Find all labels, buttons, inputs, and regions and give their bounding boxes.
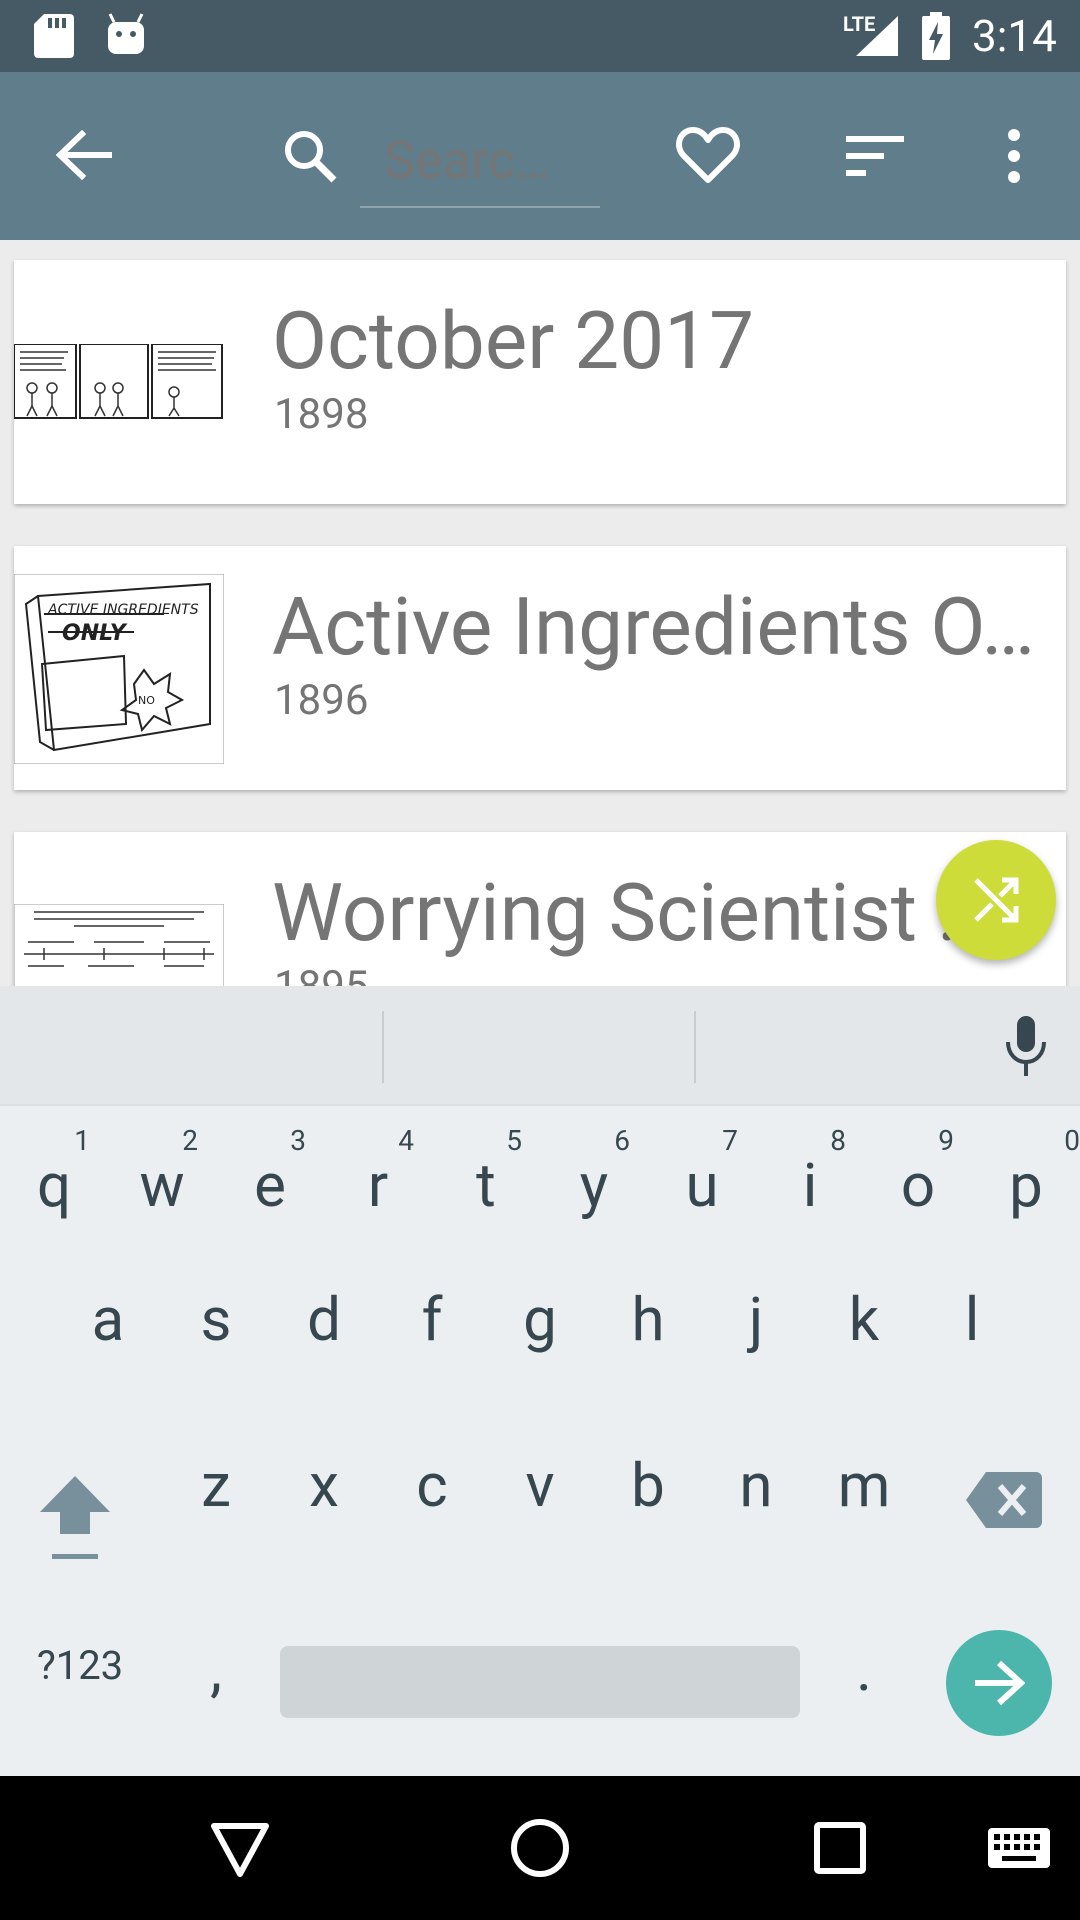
key-j[interactable]: j [702, 1276, 810, 1406]
space-key[interactable] [280, 1646, 800, 1718]
search-field[interactable] [360, 118, 600, 208]
comic-title: October 2017 [272, 294, 755, 388]
backspace-icon [966, 1472, 1042, 1528]
comic-number: 1895 [274, 962, 368, 986]
key-k[interactable]: k [810, 1276, 918, 1406]
back-nav-icon[interactable] [210, 1822, 270, 1878]
key-w[interactable]: 2w [108, 1110, 216, 1240]
battery-charging-icon [922, 12, 950, 60]
shift-key[interactable] [20, 1442, 130, 1572]
navigation-bar [0, 1776, 1080, 1920]
key-t[interactable]: 5t [432, 1110, 540, 1240]
back-arrow-icon[interactable] [56, 130, 112, 180]
comic-title: Active Ingredients O… [272, 580, 1035, 674]
key-m[interactable]: m [810, 1442, 918, 1572]
status-bar: LTE 3:14 [0, 0, 1080, 72]
key-r[interactable]: 4r [324, 1110, 432, 1240]
key-z[interactable]: z [162, 1442, 270, 1572]
home-nav-icon[interactable] [510, 1818, 570, 1878]
key-o[interactable]: 9o [864, 1110, 972, 1240]
key-e[interactable]: 3e [216, 1110, 324, 1240]
comic-thumbnail[interactable] [14, 904, 224, 986]
comic-number: 1898 [274, 390, 369, 439]
comic-thumbnail[interactable]: ACTIVE INGREDIENTS ONLY NO [14, 574, 224, 764]
key-v[interactable]: v [486, 1442, 594, 1572]
comic-card[interactable]: October 2017 1898 [14, 260, 1066, 504]
sort-icon[interactable] [846, 136, 904, 176]
key-p[interactable]: 0p [972, 1110, 1080, 1240]
key-g[interactable]: g [486, 1276, 594, 1406]
comic-thumbnail[interactable] [14, 344, 224, 420]
search-input[interactable] [384, 128, 594, 192]
key-n[interactable]: n [702, 1442, 810, 1572]
key-x[interactable]: x [270, 1442, 378, 1572]
key-h[interactable]: h [594, 1276, 702, 1406]
app-bar [0, 72, 1080, 240]
recents-nav-icon[interactable] [814, 1822, 866, 1874]
suggestion-divider [382, 1011, 384, 1083]
random-comic-button[interactable] [936, 840, 1056, 960]
more-vert-icon[interactable] [1004, 128, 1024, 184]
android-icon [108, 13, 144, 54]
comic-card[interactable]: ACTIVE INGREDIENTS ONLY NO Active Ingred… [14, 546, 1066, 790]
key-d[interactable]: d [270, 1276, 378, 1406]
key-y[interactable]: 6y [540, 1110, 648, 1240]
keyboard-switch-icon[interactable] [988, 1828, 1050, 1868]
suggestion-strip [0, 986, 1080, 1106]
svg-text:NO: NO [138, 694, 155, 707]
shift-icon [40, 1476, 110, 1559]
comic-list[interactable]: October 2017 1898 ACTIVE INGREDIENTS ONL… [0, 240, 1080, 986]
soft-keyboard: 1q 2w 3e 4r 5t 6y 7u 8i 9o 0p a s d f g … [0, 986, 1080, 1776]
lte-signal-icon [856, 16, 898, 56]
backspace-key[interactable] [950, 1442, 1060, 1572]
key-f[interactable]: f [378, 1276, 486, 1406]
comic-number: 1896 [274, 676, 369, 725]
arrow-right-icon [975, 1660, 1025, 1706]
key-i[interactable]: 8i [756, 1110, 864, 1240]
suggestion-divider [694, 1011, 696, 1083]
heart-icon[interactable] [676, 126, 740, 184]
sd-card-icon [34, 14, 74, 58]
key-l[interactable]: l [918, 1276, 1026, 1406]
key-u[interactable]: 7u [648, 1110, 756, 1240]
svg-text:ONLY: ONLY [62, 621, 128, 646]
key-b[interactable]: b [594, 1442, 702, 1572]
key-c[interactable]: c [378, 1442, 486, 1572]
shuffle-icon [974, 877, 1019, 923]
comma-key[interactable]: , [162, 1610, 270, 1740]
go-button[interactable] [946, 1630, 1052, 1736]
symbols-key[interactable]: ?123 [20, 1610, 140, 1740]
svg-text:ACTIVE INGREDIENTS: ACTIVE INGREDIENTS [47, 602, 199, 618]
microphone-icon[interactable] [1004, 1016, 1048, 1078]
clock: 3:14 [972, 10, 1057, 62]
key-s[interactable]: s [162, 1276, 270, 1406]
key-q[interactable]: 1q [0, 1110, 108, 1240]
search-icon[interactable] [282, 128, 338, 184]
period-key[interactable]: . [810, 1610, 918, 1740]
key-a[interactable]: a [54, 1276, 162, 1406]
comic-card[interactable]: Worrying Scientist … 1895 [14, 832, 1066, 986]
